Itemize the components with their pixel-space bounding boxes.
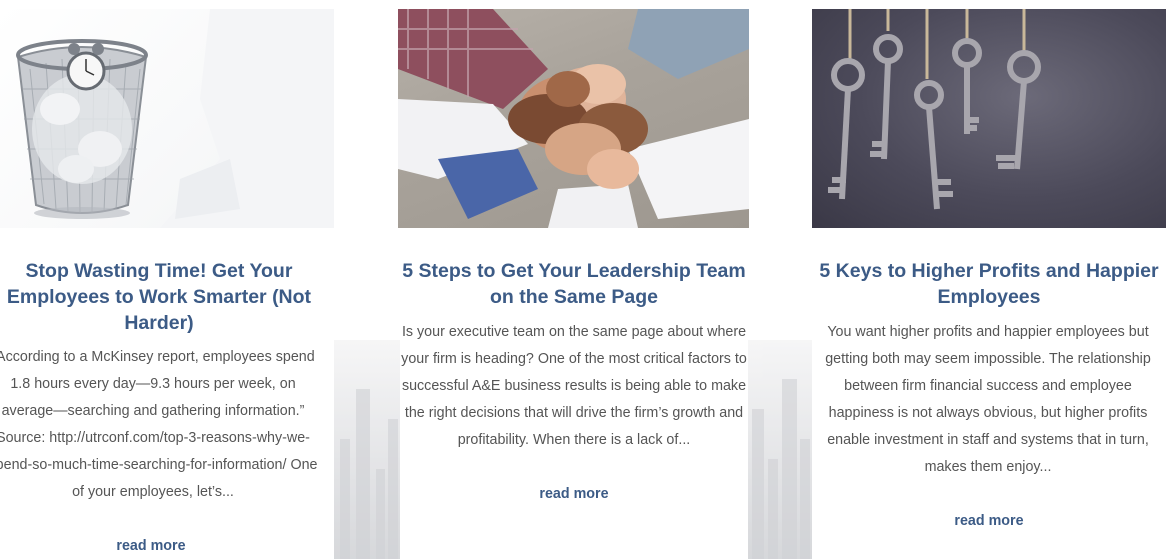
blog-post-card: 5 Steps to Get Your Leadership Team on t… <box>398 0 749 559</box>
stacked-hands-image <box>398 9 749 228</box>
post-title[interactable]: 5 Keys to Higher Profits and Happier Emp… <box>812 258 1166 310</box>
wastebasket-image <box>16 9 334 228</box>
read-more-link[interactable]: read more <box>400 486 748 502</box>
background-city-strip <box>748 340 814 559</box>
post-excerpt: You want higher profits and happier empl… <box>825 324 1151 475</box>
read-more-link[interactable]: read more <box>812 513 1166 529</box>
post-excerpt: “According to a McKinsey report, employe… <box>0 349 318 500</box>
read-more-link[interactable]: read more <box>0 538 318 554</box>
post-thumbnail[interactable] <box>398 9 749 228</box>
post-excerpt: Is your executive team on the same page … <box>401 324 747 448</box>
post-thumbnail[interactable] <box>0 9 334 228</box>
post-thumbnail[interactable] <box>812 9 1166 228</box>
background-city-strip <box>334 340 400 559</box>
blog-post-card: 5 Keys to Higher Profits and Happier Emp… <box>812 0 1166 559</box>
hanging-keys-image <box>828 9 1041 210</box>
post-title[interactable]: Stop Wasting Time! Get Your Employees to… <box>0 258 326 336</box>
post-title[interactable]: 5 Steps to Get Your Leadership Team on t… <box>400 258 748 310</box>
blog-post-card: Stop Wasting Time! Get Your Employees to… <box>0 0 334 559</box>
